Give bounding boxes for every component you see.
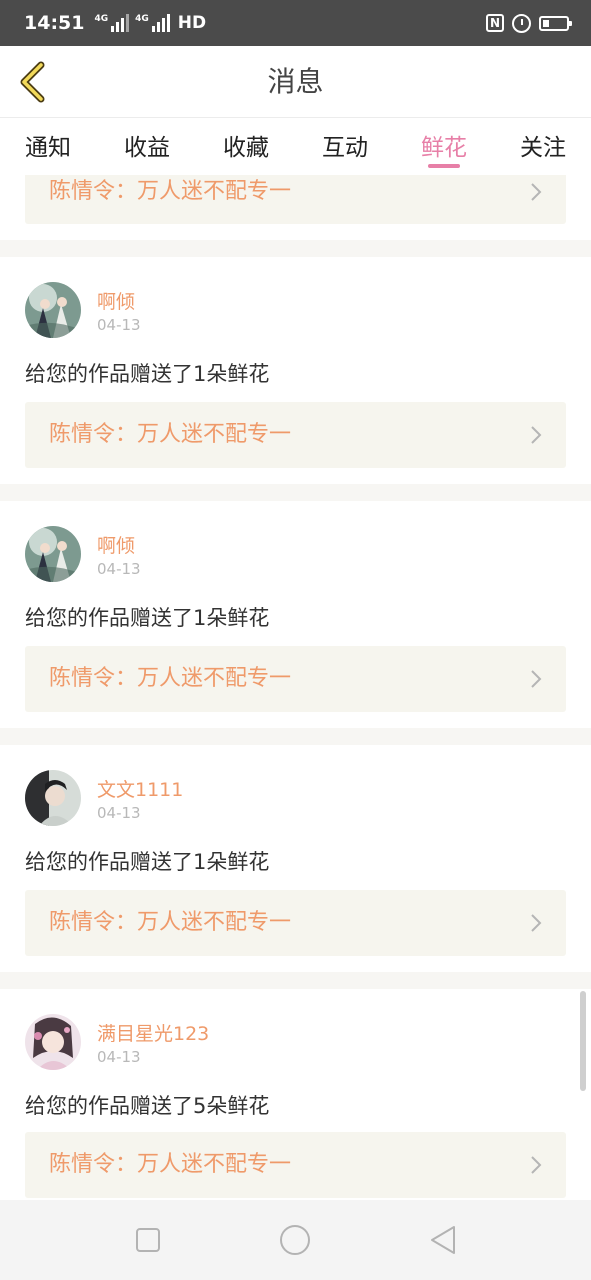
- avatar[interactable]: [25, 770, 81, 826]
- tab-bar: 通知 收益 收藏 互动 鲜花 关注: [0, 118, 591, 175]
- chevron-right-icon: [531, 670, 542, 688]
- work-title: 陈情令：万人迷不配专一: [49, 666, 292, 691]
- work-link[interactable]: 陈情令：万人迷不配专一: [25, 175, 566, 224]
- work-title: 陈情令：万人迷不配专一: [49, 1152, 292, 1177]
- chevron-left-icon: [20, 61, 45, 103]
- message-card: 满目星光123 04-13 给您的作品赠送了5朵鲜花 陈情令：万人迷不配专一: [0, 989, 591, 1200]
- tab-follows[interactable]: 关注: [520, 128, 566, 162]
- message-date: 04-13: [97, 560, 141, 578]
- user-name[interactable]: 文文1111: [97, 775, 183, 802]
- message-text: 给您的作品赠送了1朵鲜花: [25, 850, 270, 874]
- work-link[interactable]: 陈情令：万人迷不配专一: [25, 1132, 566, 1198]
- tab-notifications[interactable]: 通知: [25, 128, 71, 162]
- message-card: 啊倾 04-13 给您的作品赠送了1朵鲜花 陈情令：万人迷不配专一: [0, 257, 591, 484]
- chevron-right-icon: [531, 914, 542, 932]
- user-name[interactable]: 啊倾: [97, 531, 135, 558]
- signal-icon: 4G: [135, 14, 170, 32]
- tab-interactions[interactable]: 互动: [322, 128, 368, 162]
- home-circle-icon[interactable]: [279, 1224, 311, 1256]
- back-button[interactable]: [10, 58, 54, 106]
- chevron-right-icon: [531, 426, 542, 444]
- work-link[interactable]: 陈情令：万人迷不配专一: [25, 890, 566, 956]
- avatar-image: [25, 526, 81, 582]
- signal-icon: 4G: [94, 14, 130, 32]
- active-tab-indicator: [428, 164, 460, 168]
- work-link[interactable]: 陈情令：万人迷不配专一: [25, 402, 566, 468]
- page-title: 消息: [267, 65, 324, 98]
- alarm-icon: [512, 13, 531, 33]
- signal-label: 4G: [94, 14, 109, 24]
- avatar-image: [25, 770, 81, 826]
- tab-favorites[interactable]: 收藏: [223, 128, 269, 162]
- message-card: 文文1111 04-13 给您的作品赠送了1朵鲜花 陈情令：万人迷不配专一: [0, 745, 591, 972]
- tab-flowers[interactable]: 鲜花: [421, 128, 467, 162]
- tab-earnings[interactable]: 收益: [124, 128, 170, 162]
- avatar[interactable]: [25, 526, 81, 582]
- user-name[interactable]: 满目星光123: [97, 1019, 209, 1046]
- system-nav-bar: [0, 1200, 591, 1280]
- scrollbar[interactable]: [580, 991, 586, 1091]
- message-text: 给您的作品赠送了5朵鲜花: [25, 1094, 270, 1118]
- avatar-image: [25, 1014, 81, 1070]
- status-time: 14:51: [24, 12, 85, 34]
- message-date: 04-13: [97, 1048, 141, 1066]
- message-card: 陈情令：万人迷不配专一: [0, 175, 591, 240]
- avatar-image: [25, 282, 81, 338]
- battery-icon: [539, 15, 572, 31]
- chevron-right-icon: [531, 183, 542, 201]
- work-title: 陈情令：万人迷不配专一: [49, 179, 292, 204]
- avatar[interactable]: [25, 1014, 81, 1070]
- chevron-right-icon: [531, 1156, 542, 1174]
- user-name[interactable]: 啊倾: [97, 287, 135, 314]
- message-date: 04-13: [97, 316, 141, 334]
- message-date: 04-13: [97, 804, 141, 822]
- app-header: 消息: [0, 46, 591, 118]
- work-title: 陈情令：万人迷不配专一: [49, 422, 292, 447]
- back-triangle-icon[interactable]: [427, 1224, 459, 1256]
- recents-square-icon[interactable]: [132, 1224, 164, 1256]
- network-label: HD: [177, 13, 207, 33]
- work-link[interactable]: 陈情令：万人迷不配专一: [25, 646, 566, 712]
- avatar[interactable]: [25, 282, 81, 338]
- message-text: 给您的作品赠送了1朵鲜花: [25, 606, 270, 630]
- message-card: 啊倾 04-13 给您的作品赠送了1朵鲜花 陈情令：万人迷不配专一: [0, 501, 591, 728]
- work-title: 陈情令：万人迷不配专一: [49, 910, 292, 935]
- nfc-icon: N: [486, 14, 504, 32]
- status-bar: 14:51 4G 4G HD N: [0, 0, 591, 46]
- signal-label: 4G: [135, 14, 149, 24]
- message-text: 给您的作品赠送了1朵鲜花: [25, 362, 270, 386]
